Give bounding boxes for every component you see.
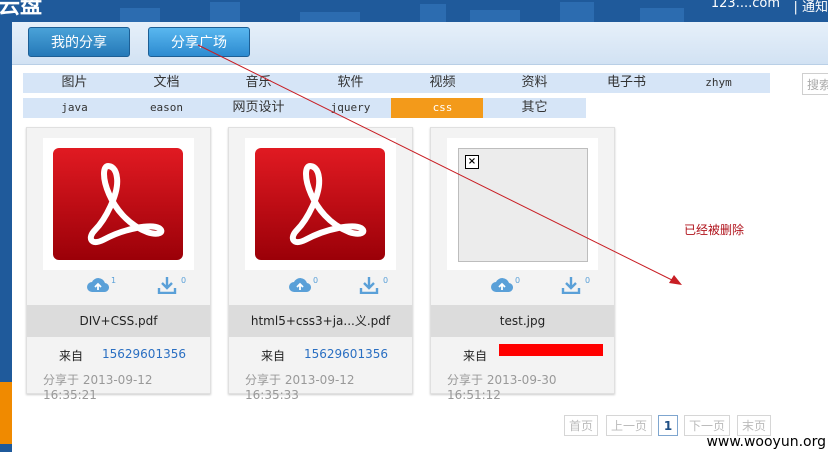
- category-music[interactable]: 音乐: [207, 73, 310, 93]
- download-button[interactable]: 0: [359, 276, 388, 298]
- category-video[interactable]: 视频: [391, 73, 494, 93]
- category-css[interactable]: css: [391, 98, 494, 118]
- download-count: 0: [585, 276, 591, 285]
- file-card[interactable]: 1 0 DIV+CSS.pdf 来自 15629601356 分享于 2013-…: [26, 127, 211, 402]
- file-thumbnail[interactable]: [245, 138, 396, 270]
- card-stats: 0 0: [229, 276, 412, 298]
- download-icon: [561, 277, 581, 295]
- from-label: 来自: [463, 349, 488, 363]
- from-label: 来自: [59, 349, 84, 363]
- share-time: 分享于 2013-09-12 16:35:33: [245, 373, 355, 402]
- file-thumbnail[interactable]: ×: [447, 138, 598, 270]
- sidebar-highlight: [0, 382, 12, 444]
- tab-my-shares[interactable]: 我的分享: [28, 27, 130, 57]
- file-title[interactable]: test.jpg: [431, 305, 614, 337]
- category-images[interactable]: 图片: [23, 73, 126, 93]
- pager-first[interactable]: 首页: [564, 415, 598, 436]
- category-eason[interactable]: eason: [115, 98, 218, 118]
- category-jquery[interactable]: jquery: [299, 98, 402, 118]
- category-software[interactable]: 软件: [299, 73, 402, 93]
- image-placeholder: ×: [458, 148, 588, 262]
- watermark: www.wooyun.org: [706, 434, 826, 450]
- tab-share-plaza[interactable]: 分享广场: [148, 27, 250, 57]
- from-label: 来自: [261, 349, 286, 363]
- category-materials[interactable]: 资料: [483, 73, 586, 93]
- save-to-cloud-button[interactable]: 0: [491, 276, 520, 298]
- pager-last[interactable]: 末页: [737, 415, 771, 436]
- category-other[interactable]: 其它: [483, 98, 586, 118]
- save-count: 1: [111, 276, 117, 285]
- cloud-icon: [87, 278, 110, 293]
- save-count: 0: [515, 276, 521, 285]
- broken-image-icon: ×: [465, 155, 479, 169]
- pager-prev[interactable]: 上一页: [606, 415, 652, 436]
- pdf-icon: [53, 148, 183, 260]
- deleted-annotation: 已经被删除: [684, 223, 745, 237]
- file-title[interactable]: DIV+CSS.pdf: [27, 305, 210, 337]
- file-card[interactable]: 0 0 html5+css3+ja...义.pdf 来自 15629601356…: [228, 127, 413, 402]
- search-input[interactable]: 搜索: [802, 73, 828, 95]
- cloud-icon: [491, 278, 514, 293]
- notice-link[interactable]: | 通知: [793, 0, 828, 15]
- save-count: 0: [313, 276, 319, 285]
- category-ebooks[interactable]: 电子书: [575, 73, 678, 93]
- share-time: 分享于 2013-09-30 16:51:12: [447, 373, 557, 402]
- file-title[interactable]: html5+css3+ja...义.pdf: [229, 305, 412, 337]
- left-sidebar-edge: [0, 22, 12, 452]
- download-button[interactable]: 0: [561, 276, 590, 298]
- save-to-cloud-button[interactable]: 0: [289, 276, 318, 298]
- file-thumbnail[interactable]: [43, 138, 194, 270]
- user-menu[interactable]: 123....com: [711, 0, 780, 11]
- pdf-icon: [255, 148, 385, 260]
- redaction-bar: [499, 344, 603, 356]
- file-card[interactable]: × 0 0 test.jpg 来自 分享于 2013-09-30 16:51:1…: [430, 127, 615, 402]
- sharer-link[interactable]: 15629601356: [304, 347, 388, 361]
- sharer-link[interactable]: 15629601356: [102, 347, 186, 361]
- save-to-cloud-button[interactable]: 1: [87, 276, 116, 298]
- card-stats: 1 0: [27, 276, 210, 298]
- share-time: 分享于 2013-09-12 16:35:21: [43, 373, 153, 402]
- card-stats: 0 0: [431, 276, 614, 298]
- category-java[interactable]: java: [23, 98, 126, 118]
- category-web-design[interactable]: 网页设计: [207, 98, 310, 118]
- category-zhym[interactable]: zhym: [667, 73, 770, 93]
- download-icon: [359, 277, 379, 295]
- logo: 云盘: [0, 0, 43, 19]
- download-button[interactable]: 0: [157, 276, 186, 298]
- download-icon: [157, 277, 177, 295]
- cloud-icon: [289, 278, 312, 293]
- category-documents[interactable]: 文档: [115, 73, 218, 93]
- tab-header: 我的分享 分享广场: [12, 22, 828, 65]
- pager-next[interactable]: 下一页: [684, 415, 730, 436]
- download-count: 0: [383, 276, 389, 285]
- download-count: 0: [181, 276, 187, 285]
- top-header: 云盘 123....com | 通知: [0, 0, 828, 22]
- pager-current[interactable]: 1: [658, 415, 678, 436]
